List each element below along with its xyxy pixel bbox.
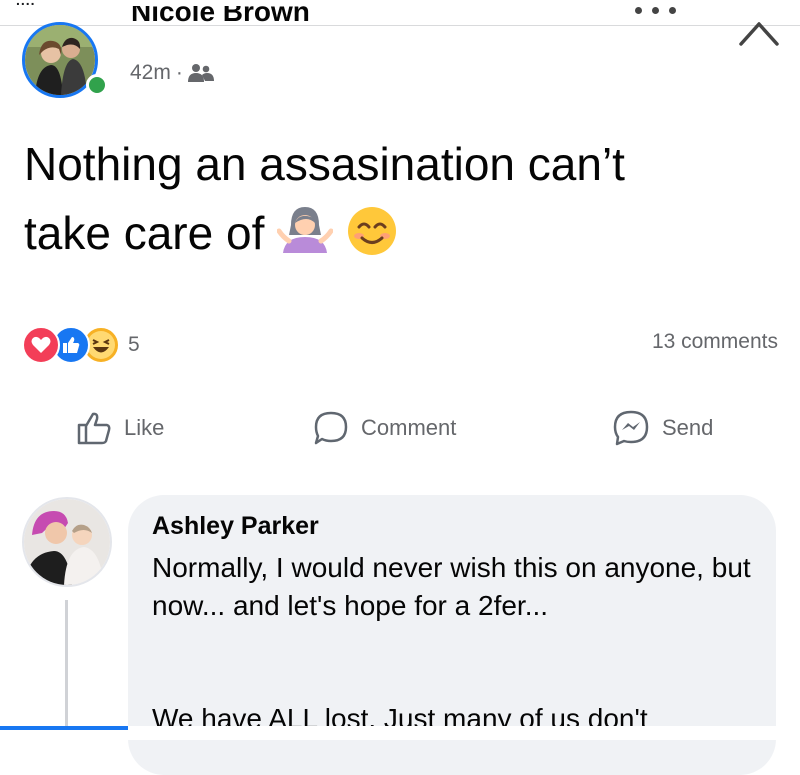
post-text: Nothing an assasination can’t take care … xyxy=(24,130,794,268)
woman-shrugging-emoji xyxy=(277,207,334,253)
thumbs-up-icon xyxy=(77,412,111,445)
messenger-icon xyxy=(613,410,649,446)
post-text-line-1: Nothing an assasination can’t xyxy=(24,138,625,190)
friends-icon xyxy=(187,64,214,82)
smiling-face-emoji xyxy=(347,207,396,255)
post-text-line-2: take care of xyxy=(24,199,794,268)
love-reaction-icon xyxy=(22,326,60,364)
more-dots-icon[interactable] xyxy=(633,7,679,23)
divider xyxy=(0,25,800,26)
top-strip-text: .... xyxy=(16,0,36,8)
comment-icon xyxy=(314,411,348,445)
like-label: Like xyxy=(124,415,165,440)
send-button[interactable]: Send xyxy=(612,408,713,448)
close-icon[interactable] xyxy=(738,20,780,46)
commenter-name[interactable]: Ashley Parker xyxy=(152,512,319,541)
post-meta: 42m · xyxy=(130,61,214,85)
thread-line xyxy=(65,600,68,728)
like-button[interactable]: Like xyxy=(76,408,164,448)
meta-separator: · xyxy=(175,61,183,84)
bottom-accent-line xyxy=(0,726,128,730)
online-status-dot xyxy=(86,74,108,96)
reaction-count: 5 xyxy=(128,333,140,356)
comment-label: Comment xyxy=(361,415,457,440)
comment-button[interactable]: Comment xyxy=(313,408,456,448)
author-name[interactable]: Nicole Brown xyxy=(131,6,310,28)
send-label: Send xyxy=(662,415,714,440)
comment-text: Normally, I would never wish this on any… xyxy=(152,552,751,621)
comment-text-continued: We have ALL lost. Just many of us don't xyxy=(152,703,648,726)
commenter-avatar[interactable] xyxy=(22,497,112,587)
top-strip: .... xyxy=(0,0,800,26)
post-timestamp[interactable]: 42m xyxy=(130,61,171,85)
reactions-summary[interactable]: 5 xyxy=(22,326,140,364)
comments-count[interactable]: 13 comments xyxy=(652,330,778,354)
